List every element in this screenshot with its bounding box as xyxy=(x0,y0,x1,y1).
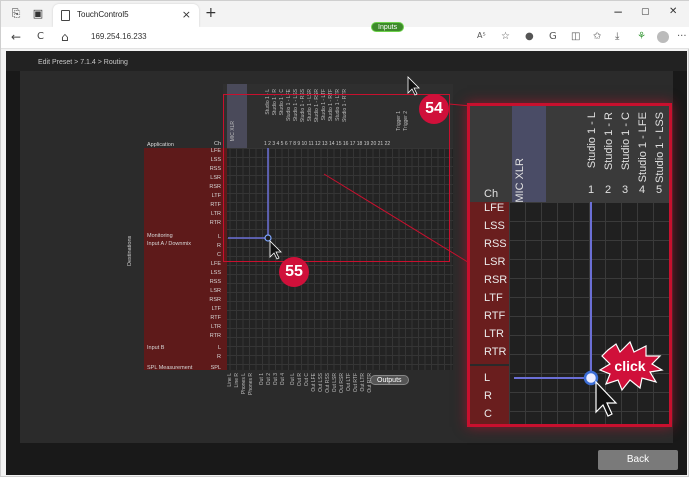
zoom-route-node[interactable] xyxy=(583,370,599,386)
browser-window: ⎘ ▣ TouchControl5 × + − ▢ ✕ ← C ⌂ 169.25… xyxy=(0,0,689,477)
zoom-overlay: click xyxy=(514,202,664,417)
cursor-arrow-icon xyxy=(269,240,282,260)
click-label: click xyxy=(614,358,645,374)
cursor-arrow-icon xyxy=(407,76,420,96)
zoom-connector-line xyxy=(323,173,472,265)
step-badge-54: 54 xyxy=(419,94,449,124)
zoom-cursor-arrow-icon xyxy=(595,380,618,417)
zoom-panel: MIC XLR Studio 1 - L Studio 1 - R Studio… xyxy=(467,103,672,427)
route-node[interactable] xyxy=(264,234,272,242)
step-badge-55: 55 xyxy=(279,257,309,287)
